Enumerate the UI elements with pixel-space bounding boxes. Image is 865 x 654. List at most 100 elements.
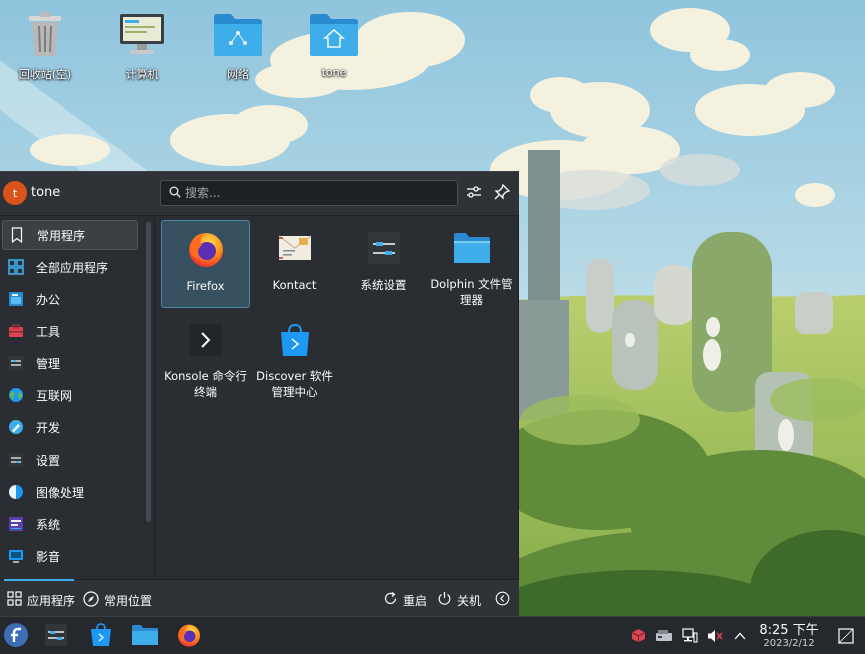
chevron-left-circle-icon xyxy=(495,591,510,609)
category-label: 管理 xyxy=(36,356,61,371)
app-system-settings[interactable]: 系统设置 xyxy=(339,220,428,308)
restart-label: 重启 xyxy=(403,593,428,608)
taskbar-discover[interactable] xyxy=(86,622,116,650)
office-icon xyxy=(7,290,25,308)
trash-icon xyxy=(20,8,70,60)
search-icon xyxy=(169,186,181,201)
device-icon xyxy=(655,629,673,646)
all-apps-icon xyxy=(7,258,25,276)
taskbar-system-settings[interactable] xyxy=(41,622,71,650)
category-development[interactable]: 开发 xyxy=(2,412,138,442)
app-firefox[interactable]: Firefox xyxy=(161,220,250,308)
category-list: 常用程序 全部应用程序 办公 工具 管理 互联网 开发 设置 图像处理 系统 影… xyxy=(0,218,155,578)
application-launcher-button[interactable] xyxy=(1,622,31,650)
desktop-icon-trash[interactable]: 回收站(空) xyxy=(0,8,90,82)
category-label: 影音 xyxy=(36,549,61,564)
category-office[interactable]: 办公 xyxy=(2,284,138,314)
kontact-icon xyxy=(275,228,315,268)
tray-expand-button[interactable] xyxy=(731,628,749,646)
category-system[interactable]: 系统 xyxy=(2,509,138,539)
firefox-icon xyxy=(176,622,202,651)
settings-icon xyxy=(7,451,25,469)
desktop-icon-label: 回收站(空) xyxy=(18,68,72,81)
category-all-applications[interactable]: 全部应用程序 xyxy=(2,252,138,282)
category-scrollbar[interactable] xyxy=(146,222,151,522)
power-icon xyxy=(437,591,452,609)
graphics-icon xyxy=(7,483,25,501)
app-dolphin[interactable]: Dolphin 文件管理器 xyxy=(427,220,516,308)
category-favorites[interactable]: 常用程序 xyxy=(2,220,138,250)
shutdown-button[interactable]: 关机 xyxy=(437,590,481,610)
desktop-icon-network[interactable]: 网络 xyxy=(193,8,283,82)
volume-muted-icon xyxy=(707,628,723,647)
development-icon xyxy=(7,418,25,436)
system-settings-icon xyxy=(44,623,68,650)
computer-icon xyxy=(117,8,167,60)
category-label: 互联网 xyxy=(36,388,73,403)
shutdown-label: 关机 xyxy=(457,593,482,608)
category-label: 设置 xyxy=(36,453,61,468)
desktop-icon-label: tone xyxy=(321,66,347,79)
category-label: 图像处理 xyxy=(36,485,85,500)
show-desktop-button[interactable] xyxy=(837,627,855,646)
desktop-icon-label: 网络 xyxy=(227,68,249,81)
category-graphics[interactable]: 图像处理 xyxy=(2,477,138,507)
category-label: 系统 xyxy=(36,517,61,532)
toolbox-icon xyxy=(7,322,25,340)
tab-applications[interactable]: 应用程序 xyxy=(7,590,75,610)
app-label: Kontact xyxy=(272,278,317,292)
firefox-icon xyxy=(186,229,226,269)
sliders-icon xyxy=(466,184,482,203)
dolphin-folder-icon xyxy=(452,228,492,267)
pin-icon xyxy=(494,183,511,203)
app-discover[interactable]: Discover 软件管理中心 xyxy=(250,312,339,400)
system-admin-icon xyxy=(7,354,25,372)
desktop-icon-computer[interactable]: 计算机 xyxy=(97,8,187,82)
tray-volume[interactable] xyxy=(706,628,724,646)
dolphin-icon xyxy=(131,624,159,649)
category-label: 工具 xyxy=(36,324,61,339)
clock-date: 2023/2/12 xyxy=(763,638,815,649)
discover-icon xyxy=(90,622,112,650)
grid-icon xyxy=(7,591,22,609)
bookmark-icon xyxy=(8,226,26,244)
taskbar-dolphin[interactable] xyxy=(130,622,160,650)
digital-clock[interactable]: 8:25 下午 2023/2/12 xyxy=(754,624,824,650)
restart-icon xyxy=(383,591,398,609)
app-konsole[interactable]: Konsole 命令行终端 xyxy=(161,312,250,400)
category-multimedia[interactable]: 影音 xyxy=(2,541,138,571)
category-label: 常用程序 xyxy=(37,228,86,243)
category-label: 全部应用程序 xyxy=(36,260,109,275)
launcher-header: t tone xyxy=(0,172,519,216)
taskbar-firefox[interactable] xyxy=(174,622,204,650)
desktop-icon-label: 计算机 xyxy=(125,68,159,81)
globe-icon xyxy=(7,386,25,404)
search-box[interactable] xyxy=(160,180,458,206)
pin-button[interactable] xyxy=(493,183,511,203)
app-label: Discover 软件管理中心 xyxy=(256,369,333,399)
app-kontact[interactable]: Kontact xyxy=(250,220,339,308)
package-updates-icon xyxy=(631,628,646,646)
multimedia-icon xyxy=(7,547,25,565)
konsole-icon xyxy=(186,320,226,359)
category-utilities[interactable]: 工具 xyxy=(2,316,138,346)
network-folder-icon xyxy=(213,8,263,60)
search-input[interactable] xyxy=(185,184,451,202)
tray-devices[interactable] xyxy=(655,628,673,646)
leave-options-button[interactable] xyxy=(495,590,510,610)
category-settings[interactable]: 设置 xyxy=(2,445,138,475)
tab-places[interactable]: 常用位置 xyxy=(83,590,152,610)
tab-label: 常用位置 xyxy=(104,593,153,608)
configure-button[interactable] xyxy=(465,184,483,202)
category-label: 办公 xyxy=(36,292,61,307)
fedora-launcher-icon xyxy=(3,622,29,651)
tray-package-updates[interactable] xyxy=(629,628,647,646)
tab-label: 应用程序 xyxy=(27,593,76,608)
tray-network[interactable] xyxy=(681,627,699,646)
restart-button[interactable]: 重启 xyxy=(383,590,427,610)
desktop-icon-home[interactable]: tone xyxy=(289,8,379,79)
category-internet[interactable]: 互联网 xyxy=(2,380,138,410)
category-system-admin[interactable]: 管理 xyxy=(2,348,138,378)
compass-icon xyxy=(83,590,99,610)
avatar[interactable]: t xyxy=(3,181,27,205)
